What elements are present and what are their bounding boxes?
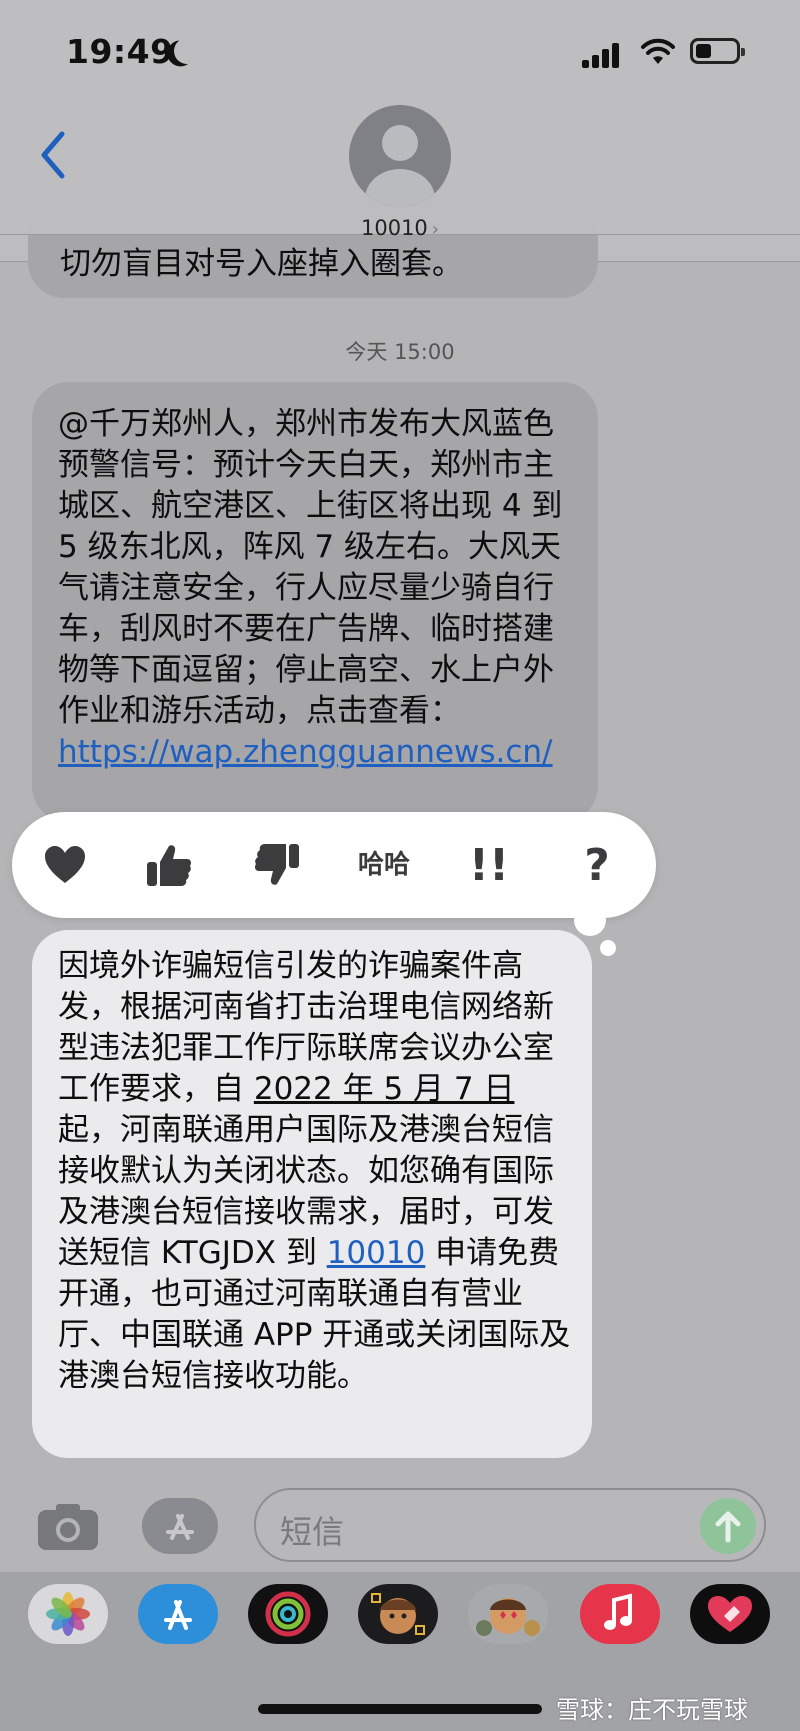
app-store-icon (166, 1514, 194, 1540)
clock: 19:49 (66, 32, 174, 71)
date-detector[interactable]: 2022 年 5 月 7 日 (254, 1071, 515, 1107)
battery-icon (690, 38, 745, 64)
watermark-text: 雪球：庄不玩雪球 (556, 1696, 748, 1724)
haha-icon[interactable]: 哈哈 (352, 838, 416, 892)
message-text: @千万郑州人，郑州市发布大风蓝色预警信号：预计今天白天，郑州市主城区、航空港区、… (58, 406, 563, 729)
tapback-tail (574, 904, 606, 936)
message-timestamp: 今天 15:00 (345, 340, 455, 364)
activity-app-icon[interactable] (248, 1584, 328, 1644)
question-icon[interactable]: ? (570, 838, 624, 892)
exclamation-icon[interactable]: !! (462, 838, 516, 892)
message-bubble-weather-alert[interactable]: @千万郑州人，郑州市发布大风蓝色预警信号：预计今天白天，郑州市主城区、航空港区、… (32, 382, 598, 822)
animoji-app-icon[interactable] (468, 1584, 548, 1644)
focus-moon-icon (170, 34, 203, 67)
heart-icon[interactable] (38, 838, 92, 892)
memoji-app-icon[interactable] (358, 1584, 438, 1644)
chevron-right-icon: › (431, 219, 439, 240)
home-indicator[interactable] (258, 1704, 542, 1714)
tapback-reaction-bar (12, 812, 656, 918)
cellular-signal-icon (582, 40, 622, 68)
app-store-drawer-button[interactable] (142, 1498, 218, 1554)
message-input-placeholder: 短信 (280, 1513, 345, 1551)
app-store-app-icon[interactable] (138, 1584, 218, 1644)
thumbs-down-icon[interactable] (250, 838, 304, 892)
tapback-tail-small (600, 940, 616, 956)
send-button[interactable] (700, 1498, 756, 1554)
contact-avatar[interactable] (349, 105, 451, 207)
photos-app-icon[interactable] (28, 1584, 108, 1644)
contact-name[interactable]: 10010 › (0, 216, 800, 240)
message-bubble-sms-policy[interactable]: 因境外诈骗短信引发的诈骗案件高发，根据河南省打击治理电信网络新型违法犯罪工作厅际… (32, 930, 592, 1458)
thumbs-up-icon[interactable] (142, 838, 196, 892)
message-text: 切勿盲目对号入座掉入圈套。 (60, 246, 463, 282)
wifi-icon (641, 38, 675, 64)
back-chevron-icon[interactable] (34, 130, 74, 180)
arrow-up-icon (715, 1511, 741, 1543)
message-link[interactable]: https://wap.zhengguannews.cn/ (58, 734, 553, 770)
phone-number-link[interactable]: 10010 (327, 1235, 426, 1271)
camera-icon[interactable] (36, 1500, 100, 1552)
message-input[interactable]: 短信 (254, 1488, 766, 1562)
music-app-icon[interactable] (580, 1584, 660, 1644)
digital-touch-icon[interactable] (690, 1584, 770, 1644)
status-bar: 19:49 (0, 0, 800, 100)
